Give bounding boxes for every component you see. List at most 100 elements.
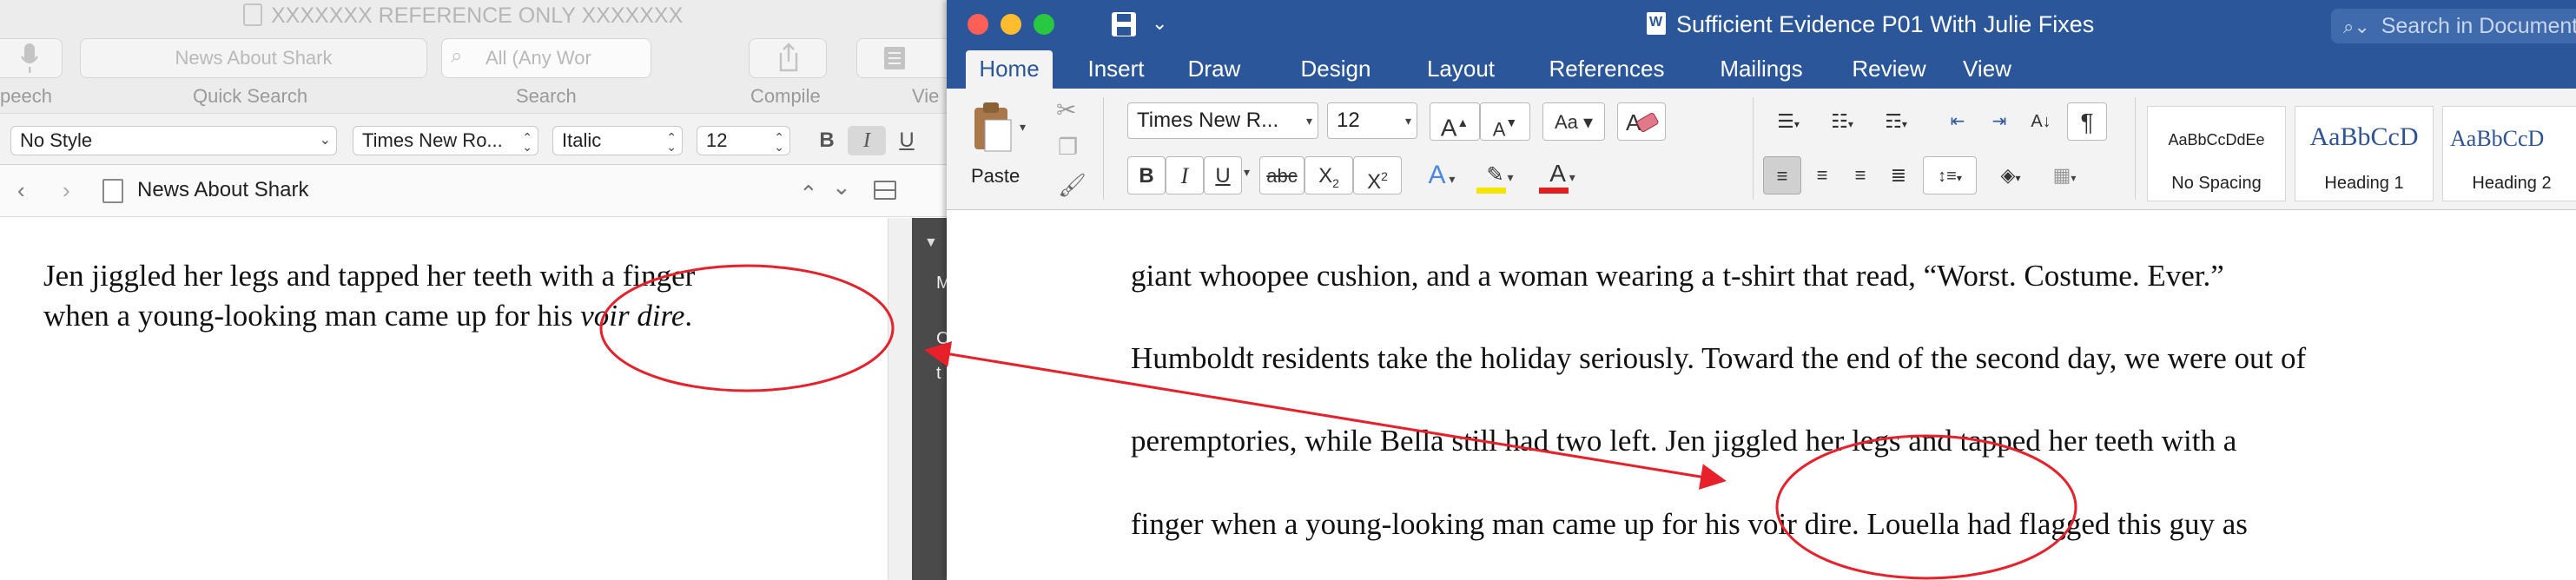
chevron-down-icon: ▾ <box>1404 114 1411 128</box>
split-divider[interactable] <box>888 218 912 580</box>
superscript-mark: 2 <box>1381 169 1388 183</box>
speech-button[interactable] <box>0 38 63 78</box>
word-document-icon <box>1647 12 1666 35</box>
tab-insert[interactable]: Insert <box>1077 50 1155 89</box>
zoom-window-button[interactable] <box>1034 14 1054 35</box>
change-case-button[interactable]: Aa ▾ <box>1542 102 1605 141</box>
tab-draw[interactable]: Draw <box>1179 50 1249 89</box>
tab-references[interactable]: References <box>1537 50 1676 89</box>
editor-line-2: when a young-looking man came up for his <box>43 299 581 333</box>
bullets-button[interactable]: ☰▾ <box>1763 102 1813 141</box>
font-name-value: Times New R... <box>1137 109 1279 132</box>
decrease-indent-button[interactable]: ⇤ <box>1939 102 1977 141</box>
grow-font-glyph: A <box>1440 114 1457 142</box>
inspector-glyph: C <box>936 329 947 348</box>
tab-review[interactable]: Review <box>1841 50 1937 89</box>
split-editor-icon[interactable] <box>874 181 896 200</box>
scrivener-titlebar: XXXXXXX REFERENCE ONLY XXXXXXX <box>0 0 947 35</box>
paragraph-style-select[interactable]: No Style ⌄ <box>10 126 337 155</box>
format-painter-icon[interactable]: 🖌 <box>1058 172 1087 199</box>
chevron-down-icon: ⌄ <box>522 140 532 154</box>
show-formatting-marks-button[interactable]: ¶ <box>2067 102 2107 141</box>
font-size-value: 12 <box>1337 109 1360 132</box>
font-color-button[interactable]: A ▾ <box>1534 155 1591 194</box>
styles-gallery: AaBbCcDdEe No Spacing AaBbCcD Heading 1 … <box>2147 106 2576 201</box>
word-document[interactable]: giant whoopee cushion, and a woman weari… <box>947 210 2576 580</box>
underline-button[interactable]: U <box>888 126 926 155</box>
font-family-select[interactable]: Times New Ro... ⌃ ⌄ <box>353 126 538 155</box>
font-name-select[interactable]: Times New R... ▾ <box>1127 102 1318 139</box>
scrivener-editor[interactable]: Jen jiggled her legs and tapped her teet… <box>0 218 912 580</box>
project-document-icon <box>243 3 262 26</box>
view-mode-button[interactable] <box>856 38 947 78</box>
numbering-button[interactable]: ☷▾ <box>1817 102 1867 141</box>
font-size-select[interactable]: 12 ▾ <box>1327 102 1417 139</box>
italic-button[interactable]: I <box>848 126 886 155</box>
back-button[interactable]: ‹ <box>17 175 25 205</box>
inspector-glyph: t <box>936 364 941 383</box>
quick-search-label: Quick Search <box>193 85 308 107</box>
tab-view[interactable]: View <box>1952 50 2022 89</box>
typeface-select[interactable]: Italic ⌃ ⌄ <box>552 126 683 155</box>
sort-button[interactable]: A↓ <box>2022 102 2060 141</box>
style-heading-2[interactable]: AaBbCcD Heading 2 <box>2442 106 2576 201</box>
search-icon: ⌕ <box>451 44 463 68</box>
typeface-value: Italic <box>562 129 602 151</box>
tab-home[interactable]: Home <box>966 50 1053 89</box>
cut-icon[interactable]: ✂ <box>1056 96 1076 124</box>
disclosure-triangle-icon[interactable]: ▼ <box>924 235 938 251</box>
font-size-select[interactable]: 12 ⌃ ⌄ <box>697 126 790 155</box>
highlight-color-button[interactable]: ✎ ▾ <box>1471 155 1529 194</box>
paste-options-chevron: ▾ <box>1020 120 1027 134</box>
paste-button[interactable]: ▾ Paste <box>966 97 1027 201</box>
multilevel-list-button[interactable]: ☶▾ <box>1871 102 1921 141</box>
customize-toolbar-icon[interactable]: ⌄ <box>1152 12 1167 35</box>
microphone-icon <box>20 43 39 80</box>
clipped-previous-line <box>1131 189 2347 210</box>
paragraph-style-value: No Style <box>20 129 93 151</box>
document-line: giant whoopee cushion, and a woman weari… <box>1131 259 2224 293</box>
increase-indent-button[interactable]: ⇥ <box>1980 102 2018 141</box>
next-document-button[interactable]: ⌄ <box>832 172 851 201</box>
word-titlebar: ⌄ Sufficient Evidence P01 With Julie Fix… <box>947 0 2576 50</box>
clear-formatting-button[interactable]: A <box>1617 102 1666 141</box>
close-window-button[interactable] <box>968 14 988 35</box>
tab-mailings[interactable]: Mailings <box>1702 50 1820 89</box>
inspector-panel: ▼ M C t <box>912 218 947 580</box>
inspector-glyph: M <box>936 274 947 293</box>
tab-layout[interactable]: Layout <box>1417 50 1504 89</box>
forward-button[interactable]: › <box>63 175 70 205</box>
compile-button[interactable] <box>749 38 827 78</box>
chevron-down-icon: ⌄ <box>319 133 331 148</box>
ribbon-divider <box>1103 97 1104 200</box>
shrink-font-glyph: A <box>1492 118 1506 141</box>
editor-document-title: News About Shark <box>137 178 309 201</box>
style-preview: AaBbCcDdEe <box>2168 131 2265 148</box>
font-size-value: 12 <box>706 129 728 151</box>
grow-font-button[interactable]: A▲ <box>1430 102 1480 141</box>
font-color-glyph: A <box>1549 160 1566 187</box>
style-heading-1[interactable]: AaBbCcD Heading 1 <box>2295 106 2434 201</box>
bold-button[interactable]: B <box>808 126 846 155</box>
minimize-window-button[interactable] <box>1001 14 1021 35</box>
document-line: peremptories, while Bella still had two … <box>1131 424 2237 458</box>
previous-document-button[interactable]: ⌃ <box>799 179 818 208</box>
shrink-font-button[interactable]: A▼ <box>1480 102 1530 141</box>
search-field[interactable]: ⌕ All (Any Wor <box>441 38 651 78</box>
scrivener-window-title: XXXXXXX REFERENCE ONLY XXXXXXX <box>243 0 683 35</box>
save-icon[interactable] <box>1110 10 1138 43</box>
text-effects-glyph: A <box>1428 161 1446 189</box>
tab-design[interactable]: Design <box>1292 50 1379 89</box>
document-line: finger when a young-looking man came up … <box>1131 507 2248 541</box>
search-document-field[interactable]: ⌕⌄ Search in Document <box>2331 9 2576 43</box>
quick-search-value: News About Shark <box>175 47 333 69</box>
scrivener-title-text: XXXXXXX REFERENCE ONLY XXXXXXX <box>271 3 684 28</box>
quick-search-field[interactable]: News About Shark <box>80 38 427 78</box>
clipboard-icon <box>974 102 1012 152</box>
underline-options-chevron[interactable]: ▾ <box>1244 165 1250 180</box>
highlighter-icon: ✎ <box>1486 163 1504 187</box>
style-no-spacing[interactable]: AaBbCcDdEe No Spacing <box>2147 106 2286 201</box>
style-name: Heading 2 <box>2472 174 2552 193</box>
copy-icon[interactable]: ❐ <box>1058 134 1078 161</box>
ribbon-divider <box>2135 97 2136 200</box>
